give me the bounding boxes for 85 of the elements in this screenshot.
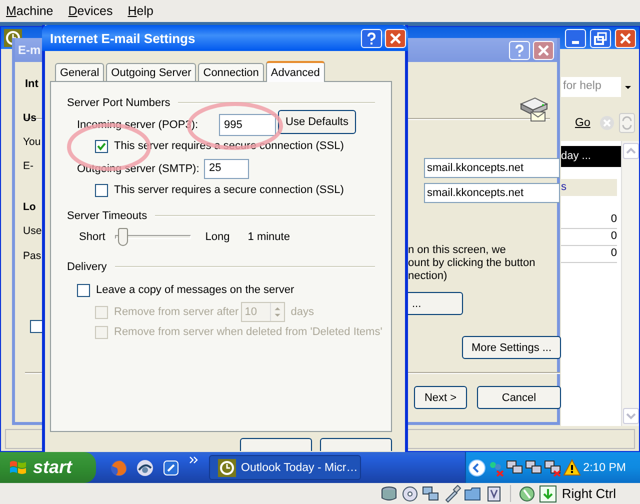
- tab[interactable]: Outgoing Server: [106, 63, 196, 81]
- group-heading: Server Timeouts: [67, 210, 148, 222]
- chevron-icon[interactable]: [189, 456, 198, 464]
- scrollbar[interactable]: [621, 141, 639, 426]
- field-label: Incoming server (POP3):: [77, 119, 200, 131]
- dialog-button-edge[interactable]: [240, 438, 312, 451]
- tab[interactable]: Advanced: [266, 61, 325, 82]
- panel-header: day ...: [561, 146, 621, 167]
- checkbox-label: Remove from server when deleted from 'Deleted Items': [114, 326, 382, 338]
- close-button[interactable]: [533, 40, 554, 60]
- host-key-label: Right Ctrl: [562, 486, 616, 501]
- taskbar-button[interactable]: Outlook Today - Micr…: [209, 455, 361, 480]
- timeout-slider[interactable]: [115, 227, 192, 247]
- checkbox-label: Remove from server after: [114, 306, 239, 318]
- check-icon: [97, 142, 106, 150]
- network-icon[interactable]: [525, 458, 543, 476]
- help-button[interactable]: [361, 28, 382, 48]
- expand-icon[interactable]: [468, 458, 486, 476]
- browser-icon[interactable]: [109, 458, 129, 478]
- note-text: nection): [408, 270, 448, 282]
- window-title: E-m: [18, 43, 41, 57]
- go-link[interactable]: Go: [575, 117, 590, 129]
- note-text: n on this screen, we: [408, 244, 506, 256]
- group-heading: Delivery: [67, 261, 107, 273]
- close-button[interactable]: [385, 28, 406, 48]
- caret-icon: [625, 86, 631, 88]
- slider-label: Long: [205, 231, 230, 243]
- network-icon[interactable]: [544, 458, 562, 476]
- spinner-value: 10: [244, 306, 258, 318]
- use-defaults-button[interactable]: Use Defaults: [278, 110, 356, 134]
- checkbox-label: Leave a copy of messages on the server: [96, 284, 294, 296]
- panel-row: s: [561, 179, 617, 196]
- section-heading: Int: [25, 78, 38, 90]
- more-settings-button[interactable]: More Settings ...: [462, 336, 561, 359]
- network-icon: [422, 484, 440, 502]
- help-search-field[interactable]: for help: [561, 77, 621, 97]
- note-text: ount by clicking the button: [408, 257, 536, 269]
- cancel-button[interactable]: Cancel: [477, 386, 561, 409]
- port-field[interactable]: 995: [219, 114, 276, 136]
- minimize-icon: [572, 41, 579, 44]
- field-label: Outgoing server (SMTP):: [77, 163, 200, 175]
- menu-item[interactable]: Machine: [6, 4, 54, 18]
- count-cell: 0: [561, 213, 617, 229]
- restore-button[interactable]: [590, 29, 611, 48]
- checkbox[interactable]: [95, 140, 108, 152]
- slider-thumb[interactable]: [118, 228, 128, 246]
- start-button[interactable]: start: [0, 452, 96, 483]
- usb-icon: [442, 484, 461, 502]
- field-label: E-: [23, 160, 34, 172]
- dialog-button-edge[interactable]: [320, 438, 392, 451]
- slider-label: Short: [79, 231, 106, 243]
- tab[interactable]: Connection: [198, 63, 264, 81]
- text-field[interactable]: smail.kkoncepts.net: [424, 158, 560, 178]
- checkbox[interactable]: [30, 320, 43, 333]
- menu-item[interactable]: Help: [128, 4, 154, 18]
- clock: 2:10 PM: [583, 462, 626, 474]
- text-field[interactable]: smail.kkoncepts.net: [424, 183, 560, 203]
- count-cell: 0: [561, 230, 617, 246]
- minimize-button[interactable]: [565, 29, 586, 48]
- checkbox[interactable]: [77, 284, 90, 296]
- window-title: Internet E-mail Settings: [50, 30, 196, 46]
- count-cell: 0: [561, 247, 617, 263]
- optical-disc-icon: [400, 484, 419, 502]
- section-heading: Lo: [23, 201, 36, 213]
- timeout-reading: 1 minute: [248, 231, 290, 243]
- disk-icon: [380, 484, 398, 502]
- section-heading: Us: [23, 112, 36, 124]
- unit-label: days: [290, 306, 314, 318]
- field-label: You: [23, 136, 41, 148]
- menu-item[interactable]: Devices: [68, 4, 113, 18]
- field-label: Pas: [23, 250, 42, 262]
- network-icon[interactable]: [506, 458, 524, 476]
- port-field[interactable]: 25: [204, 159, 249, 179]
- restore-icon: [591, 30, 610, 47]
- windows-logo-icon: [8, 458, 28, 476]
- next-button[interactable]: Next >: [414, 386, 467, 409]
- tab[interactable]: General: [55, 63, 104, 81]
- app-icon: [218, 458, 236, 476]
- warning-icon[interactable]: [563, 458, 581, 476]
- checkbox-label: This server requires a secure connection (SSL): [114, 184, 344, 196]
- close-button[interactable]: [615, 29, 636, 48]
- group-heading: Server Port Numbers: [67, 97, 170, 109]
- field-label: Use: [23, 225, 42, 237]
- shortcut-icon[interactable]: [161, 458, 181, 478]
- checkbox[interactable]: [95, 184, 108, 196]
